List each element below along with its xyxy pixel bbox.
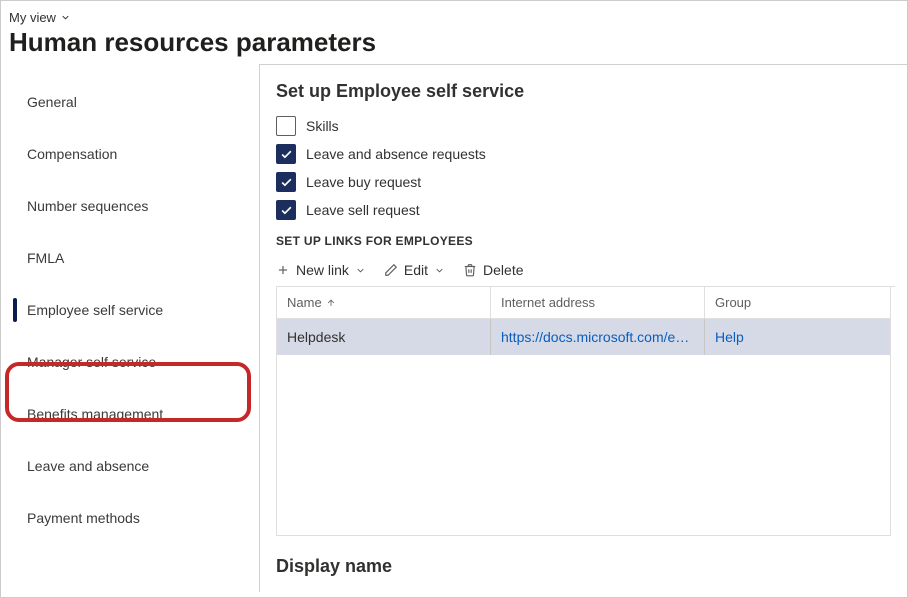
sidebar-item-leave-and-absence[interactable]: Leave and absence xyxy=(1,440,259,492)
delete-label: Delete xyxy=(483,262,523,278)
new-link-label: New link xyxy=(296,262,349,278)
sidebar-item-label: FMLA xyxy=(27,250,64,266)
chevron-down-icon xyxy=(434,265,445,276)
page-title: Human resources parameters xyxy=(9,27,899,58)
content-panel: Set up Employee self service Skills Leave… xyxy=(259,64,907,592)
links-section-header: SET UP LINKS FOR EMPLOYEES xyxy=(276,234,895,248)
sidebar-item-manager-self-service[interactable]: Manager self service xyxy=(1,336,259,388)
plus-icon xyxy=(276,263,290,277)
cell-name: Helpdesk xyxy=(277,319,491,355)
section-title: Set up Employee self service xyxy=(276,81,895,102)
checkbox-row: Skills xyxy=(276,116,895,136)
sidebar-item-label: Manager self service xyxy=(27,354,156,370)
sidebar-item-label: Payment methods xyxy=(27,510,140,526)
pencil-icon xyxy=(384,263,398,277)
checkbox-row: Leave sell request xyxy=(276,200,895,220)
column-header-name[interactable]: Name xyxy=(277,287,491,319)
column-header-group[interactable]: Group xyxy=(705,287,890,319)
new-link-button[interactable]: New link xyxy=(276,262,366,278)
chevron-down-icon xyxy=(355,265,366,276)
sidebar-item-number-sequences[interactable]: Number sequences xyxy=(1,180,259,232)
sidebar-item-label: Benefits management xyxy=(27,406,163,422)
sidebar-item-employee-self-service[interactable]: Employee self service xyxy=(1,284,259,336)
view-dropdown[interactable]: My view xyxy=(9,10,71,25)
column-header-url[interactable]: Internet address xyxy=(491,287,705,319)
links-grid: Name Internet address Group Helpdesk htt… xyxy=(276,287,891,536)
trash-icon xyxy=(463,263,477,277)
checkbox-label: Skills xyxy=(306,118,339,134)
edit-button[interactable]: Edit xyxy=(384,262,445,278)
sidebar: General Compensation Number sequences FMLA E… xyxy=(1,64,259,592)
check-icon xyxy=(280,204,293,217)
delete-button[interactable]: Delete xyxy=(463,262,523,278)
grid-header-row: Name Internet address Group xyxy=(277,287,890,319)
checkbox-row: Leave and absence requests xyxy=(276,144,895,164)
links-toolbar: New link Edit Delete xyxy=(276,258,895,287)
edit-label: Edit xyxy=(404,262,428,278)
cell-url[interactable]: https://docs.microsoft.com/en-u... xyxy=(491,319,705,355)
sidebar-item-general[interactable]: General xyxy=(1,76,259,128)
checkbox-label: Leave buy request xyxy=(306,174,421,190)
sidebar-item-label: Compensation xyxy=(27,146,117,162)
sidebar-item-benefits-management[interactable]: Benefits management xyxy=(1,388,259,440)
chevron-down-icon xyxy=(60,12,71,23)
table-row[interactable]: Helpdesk https://docs.microsoft.com/en-u… xyxy=(277,319,890,355)
cell-group[interactable]: Help xyxy=(705,319,890,355)
checkbox-label: Leave sell request xyxy=(306,202,420,218)
checkbox[interactable] xyxy=(276,144,296,164)
checkbox[interactable] xyxy=(276,116,296,136)
checkbox[interactable] xyxy=(276,172,296,192)
sidebar-item-label: Leave and absence xyxy=(27,458,149,474)
sidebar-item-label: Number sequences xyxy=(27,198,148,214)
sort-asc-icon xyxy=(326,298,336,308)
grid-empty-space xyxy=(277,355,890,535)
check-icon xyxy=(280,148,293,161)
checkbox[interactable] xyxy=(276,200,296,220)
sidebar-item-label: Employee self service xyxy=(27,302,163,318)
check-icon xyxy=(280,176,293,189)
checkbox-label: Leave and absence requests xyxy=(306,146,486,162)
sidebar-item-label: General xyxy=(27,94,77,110)
view-dropdown-label: My view xyxy=(9,10,56,25)
sidebar-item-fmla[interactable]: FMLA xyxy=(1,232,259,284)
checkbox-row: Leave buy request xyxy=(276,172,895,192)
sidebar-item-compensation[interactable]: Compensation xyxy=(1,128,259,180)
display-name-header: Display name xyxy=(276,556,895,577)
sidebar-item-payment-methods[interactable]: Payment methods xyxy=(1,492,259,544)
